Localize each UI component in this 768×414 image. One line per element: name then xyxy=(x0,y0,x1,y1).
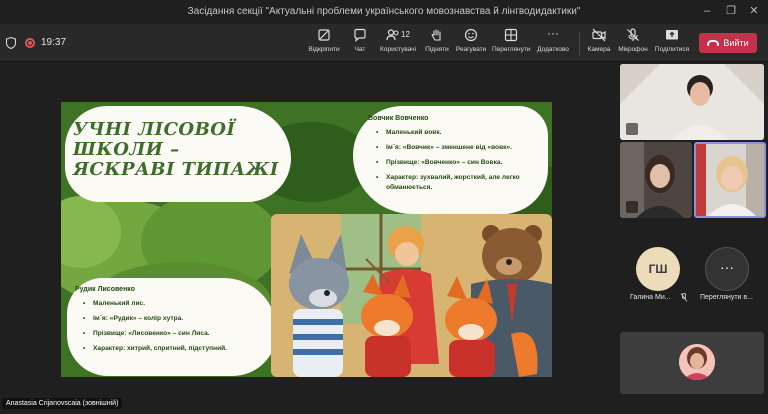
minimize-icon[interactable]: – xyxy=(700,4,714,18)
microphone-label: Мікрофон xyxy=(618,46,648,53)
chat-label: Чат xyxy=(354,46,366,53)
participants-panel: ГШ ··· Галина Ми... Переглянути в... xyxy=(614,62,768,394)
camera-button[interactable]: Камера xyxy=(586,28,612,60)
people-label: Користувачі xyxy=(380,46,416,53)
pin-icon[interactable] xyxy=(626,123,638,135)
unpin-label: Відкріпити xyxy=(308,46,340,53)
camera-off-icon xyxy=(592,28,606,42)
chat-button[interactable]: Чат xyxy=(348,28,372,60)
participant-avatar-initials[interactable]: ГШ xyxy=(636,247,680,291)
meeting-timer: 19:37 xyxy=(41,37,67,48)
self-avatar xyxy=(679,344,715,380)
microphone-button[interactable]: Мікрофон xyxy=(617,28,649,60)
active-speaker-tile[interactable] xyxy=(694,142,766,218)
window-title: Засідання секції "Актуальні проблеми укр… xyxy=(187,6,581,17)
view-more-participants-button[interactable]: ··· xyxy=(705,247,749,291)
people-count: 12 xyxy=(401,30,410,39)
camera-label: Камера xyxy=(587,46,611,53)
bottom-bar: Anastasia Crijanovscaia (зовнішній) xyxy=(0,394,768,414)
participant-video-tile[interactable] xyxy=(620,142,692,218)
phone-icon xyxy=(707,40,720,46)
story-characters-illustration xyxy=(271,214,552,377)
fox-trait: Характер: хитрий, спритний, підступний. xyxy=(83,345,278,353)
people-button[interactable]: 12 Користувачі xyxy=(378,28,418,60)
self-avatar-image xyxy=(679,344,715,380)
meeting-toolbar: 19:37 Відкріпити Чат 12 Користувачі Підн… xyxy=(0,24,768,62)
maximize-icon[interactable]: ❐ xyxy=(724,4,738,18)
mic-muted-icon xyxy=(680,293,688,302)
shield-icon xyxy=(6,37,16,49)
share-icon xyxy=(666,30,678,40)
more-options-button[interactable]: ··· Додатково xyxy=(535,26,571,60)
share-label: Поділитися xyxy=(654,46,690,53)
slide-title: УЧНІ ЛІСОВОЇ ШКОЛИ – ЯСКРАВІ ТИПАЖІ xyxy=(73,119,279,180)
wolf-trait: Маленький вовк. xyxy=(376,129,546,137)
leave-button[interactable]: Вийти xyxy=(699,33,757,53)
view-more-label: Переглянути в... xyxy=(700,294,753,301)
more-options-label: Додатково xyxy=(537,46,569,53)
presentation-slide: УЧНІ ЛІСОВОЇ ШКОЛИ – ЯСКРАВІ ТИПАЖІ Вовч… xyxy=(61,102,552,377)
people-icon xyxy=(386,29,399,41)
view-label: Переглянути xyxy=(492,46,531,53)
wolf-heading: Вовчик Вовченко xyxy=(368,115,429,122)
recording-icon xyxy=(25,38,35,48)
react-icon xyxy=(464,28,478,42)
shared-screen-stage: УЧНІ ЛІСОВОЇ ШКОЛИ – ЯСКРАВІ ТИПАЖІ Вовч… xyxy=(0,62,614,394)
pin-icon[interactable] xyxy=(626,201,638,213)
wolf-trait-continued: обманюється. xyxy=(386,184,433,191)
fox-trait: Маленький лис. xyxy=(83,300,278,308)
teams-meeting-window: Засідання секції "Актуальні проблеми укр… xyxy=(0,0,768,414)
more-icon: ··· xyxy=(547,26,559,40)
raise-hand-label: Підняти xyxy=(425,46,449,53)
react-label: Реагувати xyxy=(455,46,487,53)
fox-trait: Ім`я: «Рудик» – колір хутра. xyxy=(83,315,278,323)
participant-name: Галина Ми... xyxy=(630,294,671,301)
view-button[interactable]: Переглянути xyxy=(492,28,531,60)
raise-hand-button[interactable]: Підняти xyxy=(424,28,450,60)
wolf-trait: Ім`я: «Вовчик» – зменшене від «вовк». xyxy=(376,144,546,152)
unpin-icon xyxy=(318,29,330,41)
presenter-name-label: Anastasia Crijanovscaia (зовнішній) xyxy=(2,398,123,409)
participant-video-tile[interactable] xyxy=(620,64,764,140)
raise-hand-icon xyxy=(431,29,441,41)
unpin-button[interactable]: Відкріпити xyxy=(306,28,342,60)
react-button[interactable]: Реагувати xyxy=(455,28,487,60)
wolf-traits-list: Маленький вовк. Ім`я: «Вовчик» – зменшен… xyxy=(376,129,546,199)
self-view-tile[interactable] xyxy=(620,332,764,394)
fox-traits-list: Маленький лис. Ім`я: «Рудик» – колір хут… xyxy=(83,300,278,360)
view-icon xyxy=(504,28,518,42)
chat-icon xyxy=(354,28,366,42)
share-button[interactable]: Поділитися xyxy=(654,28,690,60)
fox-heading: Рудик Лисовенко xyxy=(75,286,135,293)
participant-video-image xyxy=(696,144,764,216)
wolf-trait: Характер: зухвалий, жорсткий, але легко xyxy=(376,174,546,182)
mic-off-icon xyxy=(627,28,639,41)
toolbar-divider xyxy=(579,32,580,56)
wolf-trait: Прізвище: «Вовченко» – син Вовка. xyxy=(376,159,546,167)
leave-label: Вийти xyxy=(723,38,749,48)
title-bar: Засідання секції "Актуальні проблеми укр… xyxy=(0,0,768,24)
close-icon[interactable]: ✕ xyxy=(747,4,761,18)
participant-video-image xyxy=(620,64,764,140)
fox-trait: Прізвище: «Лисовенко» – син Лиса. xyxy=(83,330,278,338)
